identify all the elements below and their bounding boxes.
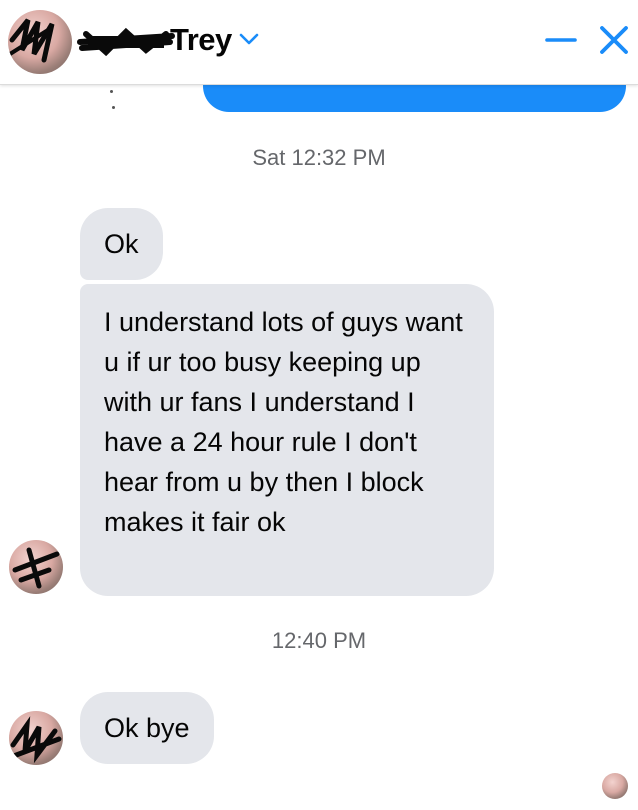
message-text: Ok bye: [104, 713, 190, 743]
avatar-redaction-scribble: [12, 547, 60, 589]
contact-avatar[interactable]: [8, 10, 72, 74]
chevron-down-icon[interactable]: [236, 28, 262, 50]
timestamp: Sat 12:32 PM: [252, 145, 386, 170]
chat-header: Trey: [0, 0, 638, 85]
minimize-icon[interactable]: [544, 25, 578, 55]
avatar-redaction-scribble: [9, 716, 62, 764]
seen-indicator-avatar: [602, 773, 628, 799]
sender-avatar[interactable]: [9, 540, 63, 594]
message-text: I understand lots of guys want u if ur t…: [104, 307, 463, 537]
avatar-redaction-scribble: [8, 18, 55, 63]
message-text: Ok: [104, 229, 139, 259]
received-message-bubble[interactable]: Ok: [80, 208, 163, 280]
received-message-bubble[interactable]: Ok bye: [80, 692, 214, 764]
sender-avatar[interactable]: [9, 711, 63, 765]
contact-name-text: Trey: [170, 22, 232, 57]
timestamp: 12:40 PM: [271, 628, 367, 653]
close-icon[interactable]: [596, 22, 632, 58]
name-redaction-scribble: [77, 27, 175, 56]
received-message-bubble[interactable]: I understand lots of guys want u if ur t…: [80, 284, 494, 596]
